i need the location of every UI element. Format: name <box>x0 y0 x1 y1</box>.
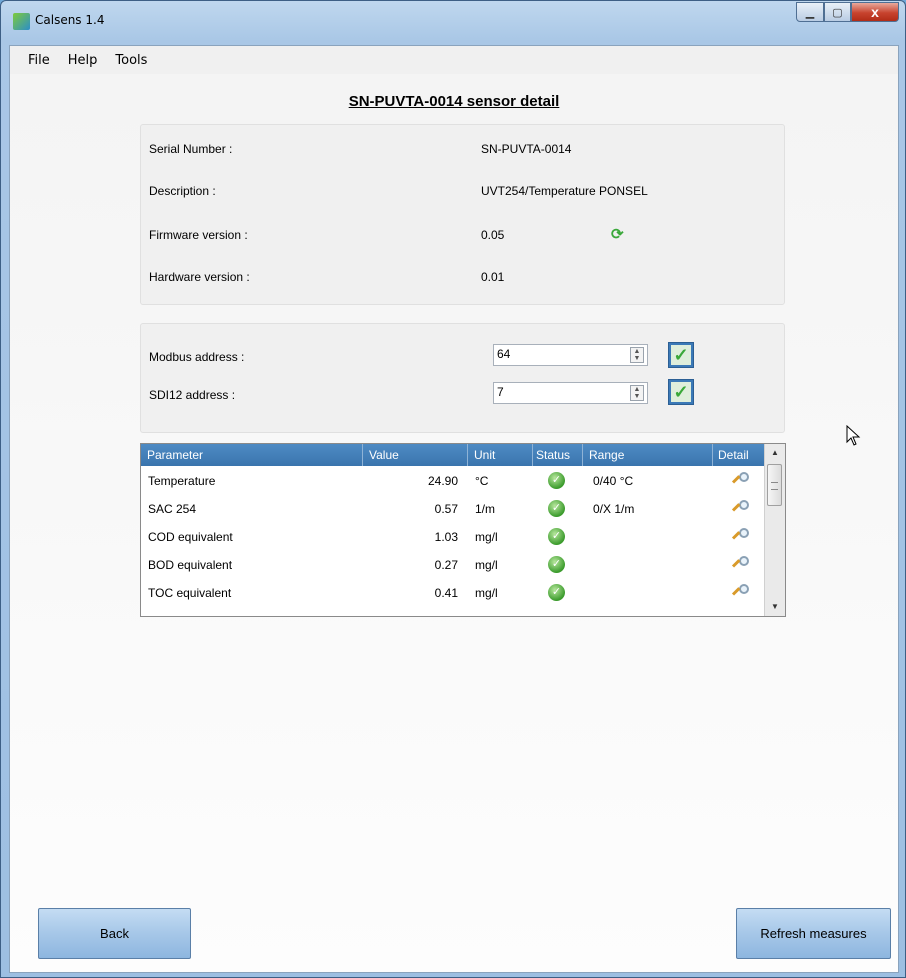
cell-unit: °C <box>475 474 489 488</box>
menu-tools[interactable]: Tools <box>106 53 156 68</box>
window-title: Calsens 1.4 <box>35 13 105 27</box>
status-ok-icon: ✓ <box>548 528 565 545</box>
table-row[interactable]: Temperature 24.90 °C ✓ 0/40 °C <box>141 467 764 495</box>
status-ok-icon: ✓ <box>548 500 565 517</box>
sdi12-label: SDI12 address : <box>149 388 236 402</box>
sdi12-spin-arrows-icon[interactable]: ▲ ▼ <box>630 385 644 401</box>
address-panel: Modbus address : 64 ▲ ▼ ✓ SDI12 address :… <box>140 323 785 433</box>
scroll-down-icon[interactable]: ▼ <box>765 598 785 616</box>
check-icon: ✓ <box>671 382 691 402</box>
table-row[interactable]: TOC equivalent 0.41 mg/l ✓ <box>141 579 764 607</box>
menu-help[interactable]: Help <box>59 53 107 68</box>
cell-value: 1.03 <box>434 530 458 544</box>
table-row[interactable]: COD equivalent 1.03 mg/l ✓ <box>141 523 764 551</box>
cell-parameter: BOD equivalent <box>148 558 233 572</box>
cell-value: 0.57 <box>434 502 458 516</box>
column-header-parameter[interactable]: Parameter <box>141 444 363 466</box>
hardware-value: 0.01 <box>481 270 505 284</box>
magnifier-icon[interactable] <box>731 556 749 574</box>
table-row[interactable]: BOD equivalent 0.27 mg/l ✓ <box>141 551 764 579</box>
cell-range: 0/X 1/m <box>593 502 635 516</box>
scroll-thumb[interactable] <box>767 464 782 506</box>
column-header-value[interactable]: Value <box>363 444 468 466</box>
cell-value: 0.41 <box>434 586 458 600</box>
firmware-label: Firmware version : <box>149 228 248 242</box>
column-header-unit[interactable]: Unit <box>468 444 533 466</box>
cell-unit: mg/l <box>475 530 498 544</box>
status-ok-icon: ✓ <box>548 556 565 573</box>
sdi12-address-value: 7 <box>497 385 504 399</box>
magnifier-icon[interactable] <box>731 472 749 490</box>
refresh-measures-button[interactable]: Refresh measures <box>736 908 891 959</box>
page-title: SN-PUVTA-0014 sensor detail <box>348 93 560 110</box>
cell-unit: mg/l <box>475 586 498 600</box>
maximize-button[interactable]: ▢ <box>824 2 851 22</box>
cell-value: 24.90 <box>427 474 458 488</box>
sdi12-apply-button[interactable]: ✓ <box>668 379 694 405</box>
hardware-label: Hardware version : <box>149 270 250 284</box>
description-label: Description : <box>149 184 216 198</box>
modbus-spin-arrows-icon[interactable]: ▲ ▼ <box>630 347 644 363</box>
parameters-table: Parameter Value Unit Status Range Detail… <box>140 443 786 617</box>
sensor-info-panel: Serial Number : SN-PUVTA-0014 Descriptio… <box>140 124 785 305</box>
cell-parameter: TOC equivalent <box>148 586 232 600</box>
cell-parameter: SAC 254 <box>148 502 197 516</box>
close-button[interactable]: x <box>851 2 899 22</box>
serial-label: Serial Number : <box>149 142 233 156</box>
table-header: Parameter Value Unit Status Range Detail <box>141 444 764 466</box>
magnifier-icon[interactable] <box>731 500 749 518</box>
check-icon: ✓ <box>671 345 691 365</box>
back-button[interactable]: Back <box>38 908 191 959</box>
column-header-range[interactable]: Range <box>583 444 713 466</box>
firmware-refresh-icon[interactable]: ⟳ <box>611 225 624 243</box>
modbus-address-stepper[interactable]: 64 ▲ ▼ <box>493 344 648 366</box>
cell-range: 0/40 °C <box>593 474 634 488</box>
cell-unit: mg/l <box>475 558 498 572</box>
status-ok-icon: ✓ <box>548 584 565 601</box>
cell-parameter: COD equivalent <box>148 530 233 544</box>
main-content: SN-PUVTA-0014 sensor detail Serial Numbe… <box>10 74 898 972</box>
modbus-apply-button[interactable]: ✓ <box>668 342 694 368</box>
description-value: UVT254/Temperature PONSEL <box>481 184 648 198</box>
table-scrollbar[interactable]: ▲ ▼ <box>764 444 785 616</box>
app-window: Calsens 1.4 ▁ ▢ x File Help Tools SN-PUV… <box>0 0 906 978</box>
sdi12-address-stepper[interactable]: 7 ▲ ▼ <box>493 382 648 404</box>
cell-value: 0.27 <box>434 558 458 572</box>
magnifier-icon[interactable] <box>731 528 749 546</box>
title-bar[interactable]: Calsens 1.4 ▁ ▢ x <box>1 1 905 37</box>
client-area: File Help Tools SN-PUVTA-0014 sensor det… <box>9 45 899 973</box>
menu-bar: File Help Tools <box>10 46 898 74</box>
magnifier-icon[interactable] <box>731 584 749 602</box>
modbus-address-value: 64 <box>497 347 511 361</box>
window-controls: ▁ ▢ x <box>796 2 899 22</box>
app-icon <box>13 13 30 30</box>
scroll-up-icon[interactable]: ▲ <box>765 444 785 462</box>
serial-value: SN-PUVTA-0014 <box>481 142 572 156</box>
cell-parameter: Temperature <box>148 474 216 488</box>
firmware-value: 0.05 <box>481 228 505 242</box>
status-ok-icon: ✓ <box>548 472 565 489</box>
cell-unit: 1/m <box>475 502 496 516</box>
column-header-detail[interactable]: Detail <box>713 444 764 466</box>
column-header-status[interactable]: Status <box>533 444 583 466</box>
table-row[interactable]: SAC 254 0.57 1/m ✓ 0/X 1/m <box>141 495 764 523</box>
menu-file[interactable]: File <box>10 53 59 68</box>
minimize-button[interactable]: ▁ <box>796 2 824 22</box>
modbus-label: Modbus address : <box>149 350 245 364</box>
